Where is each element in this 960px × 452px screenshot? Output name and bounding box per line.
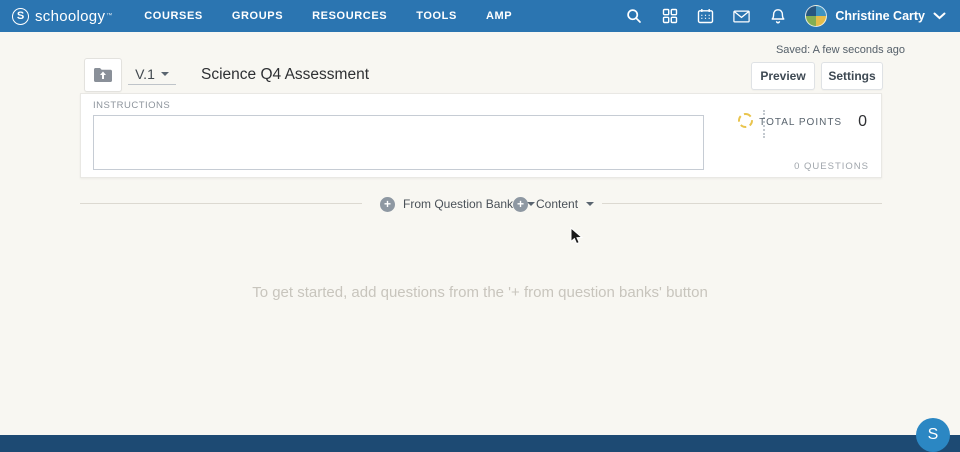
footer-bar [0,435,960,452]
avatar [805,5,827,27]
saved-status: Saved: A few seconds ago [776,44,905,56]
plus-circle-icon: + [513,197,528,212]
instructions-label: INSTRUCTIONS [93,100,170,111]
divider-line-right [602,203,882,204]
assessment-editor-page: S schoology ™ COURSES GROUPS RESOURCES T… [0,0,960,452]
total-points-label: TOTAL POINTS [759,117,842,128]
nav-item-tools[interactable]: TOOLS [416,10,457,22]
primary-nav: COURSES GROUPS RESOURCES TOOLS AMP [144,10,512,22]
from-question-banks-label: From Question Banks [403,197,519,211]
total-points-value: 0 [858,113,867,131]
trademark-mark: ™ [106,13,112,19]
assessment-summary-panel: INSTRUCTIONS TOTAL POINTS 0 0 QUESTIONS [80,93,882,178]
apps-grid-icon[interactable] [661,8,678,25]
divider-line-left [80,203,362,204]
sync-spinner-icon [738,113,753,128]
add-content-button[interactable]: + Content [513,195,594,213]
questions-count: 0 QUESTIONS [794,161,869,172]
support-chat-button[interactable]: S [916,418,950,452]
chevron-down-icon [933,12,946,20]
instructions-input[interactable] [93,115,704,170]
nav-item-amp[interactable]: AMP [486,10,512,22]
bell-icon[interactable] [769,8,786,25]
caret-down-icon [586,202,594,206]
user-name: Christine Carty [835,9,925,23]
top-navbar: S schoology ™ COURSES GROUPS RESOURCES T… [0,0,960,32]
folder-up-icon [93,67,113,83]
settings-button[interactable]: Settings [821,62,883,90]
preview-button[interactable]: Preview [751,62,815,90]
content-label: Content [536,197,578,211]
mouse-cursor [570,227,583,245]
version-selector[interactable]: V.1 [128,63,176,85]
search-icon[interactable] [625,8,642,25]
version-label: V.1 [135,66,155,82]
plus-circle-icon: + [380,197,395,212]
nav-item-groups[interactable]: GROUPS [232,10,283,22]
nav-item-courses[interactable]: COURSES [144,10,203,22]
total-points: TOTAL POINTS 0 [759,113,867,131]
add-from-question-banks-button[interactable]: + From Question Banks [380,195,535,213]
brand-name: schoology [35,8,105,25]
empty-state-message: To get started, add questions from the '… [0,284,960,301]
navbar-right: Christine Carty [625,5,946,27]
page-title: Science Q4 Assessment [201,66,369,84]
mail-icon[interactable] [733,8,750,25]
calendar-icon[interactable] [697,8,714,25]
schoology-s-icon: S [12,8,29,25]
back-to-folder-button[interactable] [84,58,122,92]
nav-item-resources[interactable]: RESOURCES [312,10,387,22]
caret-down-icon [161,72,169,76]
user-menu[interactable]: Christine Carty [805,5,946,27]
schoology-logo[interactable]: S schoology ™ [12,8,112,25]
